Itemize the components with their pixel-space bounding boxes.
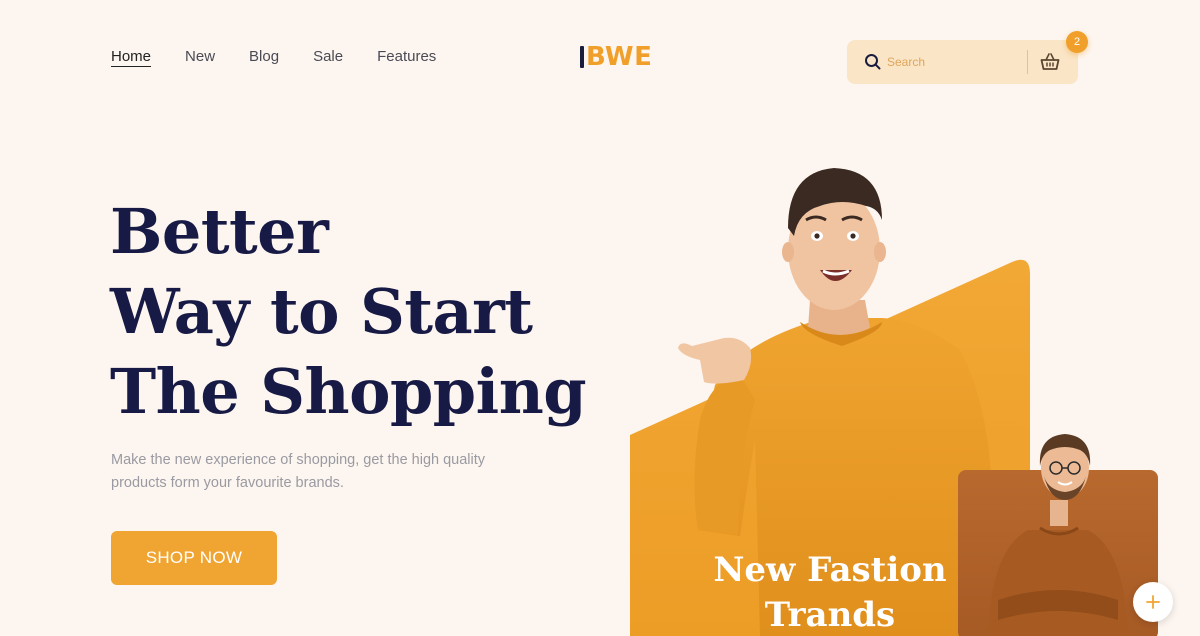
headline-line-1: Better	[110, 195, 329, 268]
model-hand	[678, 337, 752, 384]
search-bar	[847, 40, 1078, 84]
promo-title-line-2: Trands	[764, 595, 896, 635]
plus-icon	[1146, 595, 1160, 609]
shop-now-button[interactable]: SHOP NOW	[111, 531, 277, 585]
promo-title-line-1: New Fastion	[713, 550, 947, 590]
hero-headline: Better Way to Start The Shopping	[110, 192, 587, 432]
basket-icon[interactable]	[1039, 51, 1061, 73]
hero-subtext: Make the new experience of shopping, get…	[111, 452, 486, 491]
search-input[interactable]	[887, 51, 1017, 73]
brand-logo[interactable]: BWE	[580, 42, 652, 72]
add-button[interactable]	[1133, 582, 1173, 622]
nav-item-new[interactable]: New	[185, 48, 215, 67]
logo-text: BWE	[586, 42, 653, 72]
logo-bar	[580, 46, 584, 68]
nav-item-features[interactable]: Features	[377, 48, 436, 67]
nav-item-home[interactable]: Home	[111, 48, 152, 67]
cart-count-badge: 2	[1066, 31, 1088, 53]
headline-line-2: Way to Start	[110, 275, 533, 348]
side-model-head	[1039, 434, 1091, 500]
headline-line-3: The Shopping	[110, 355, 587, 428]
nav-item-blog[interactable]: Blog	[249, 48, 279, 67]
promo-title: New Fastion Trands	[700, 548, 960, 636]
main-nav: Home New Blog Sale Features	[111, 48, 436, 67]
search-divider	[1027, 50, 1028, 74]
nav-item-sale[interactable]: Sale	[313, 48, 343, 67]
search-icon[interactable]	[864, 53, 882, 71]
